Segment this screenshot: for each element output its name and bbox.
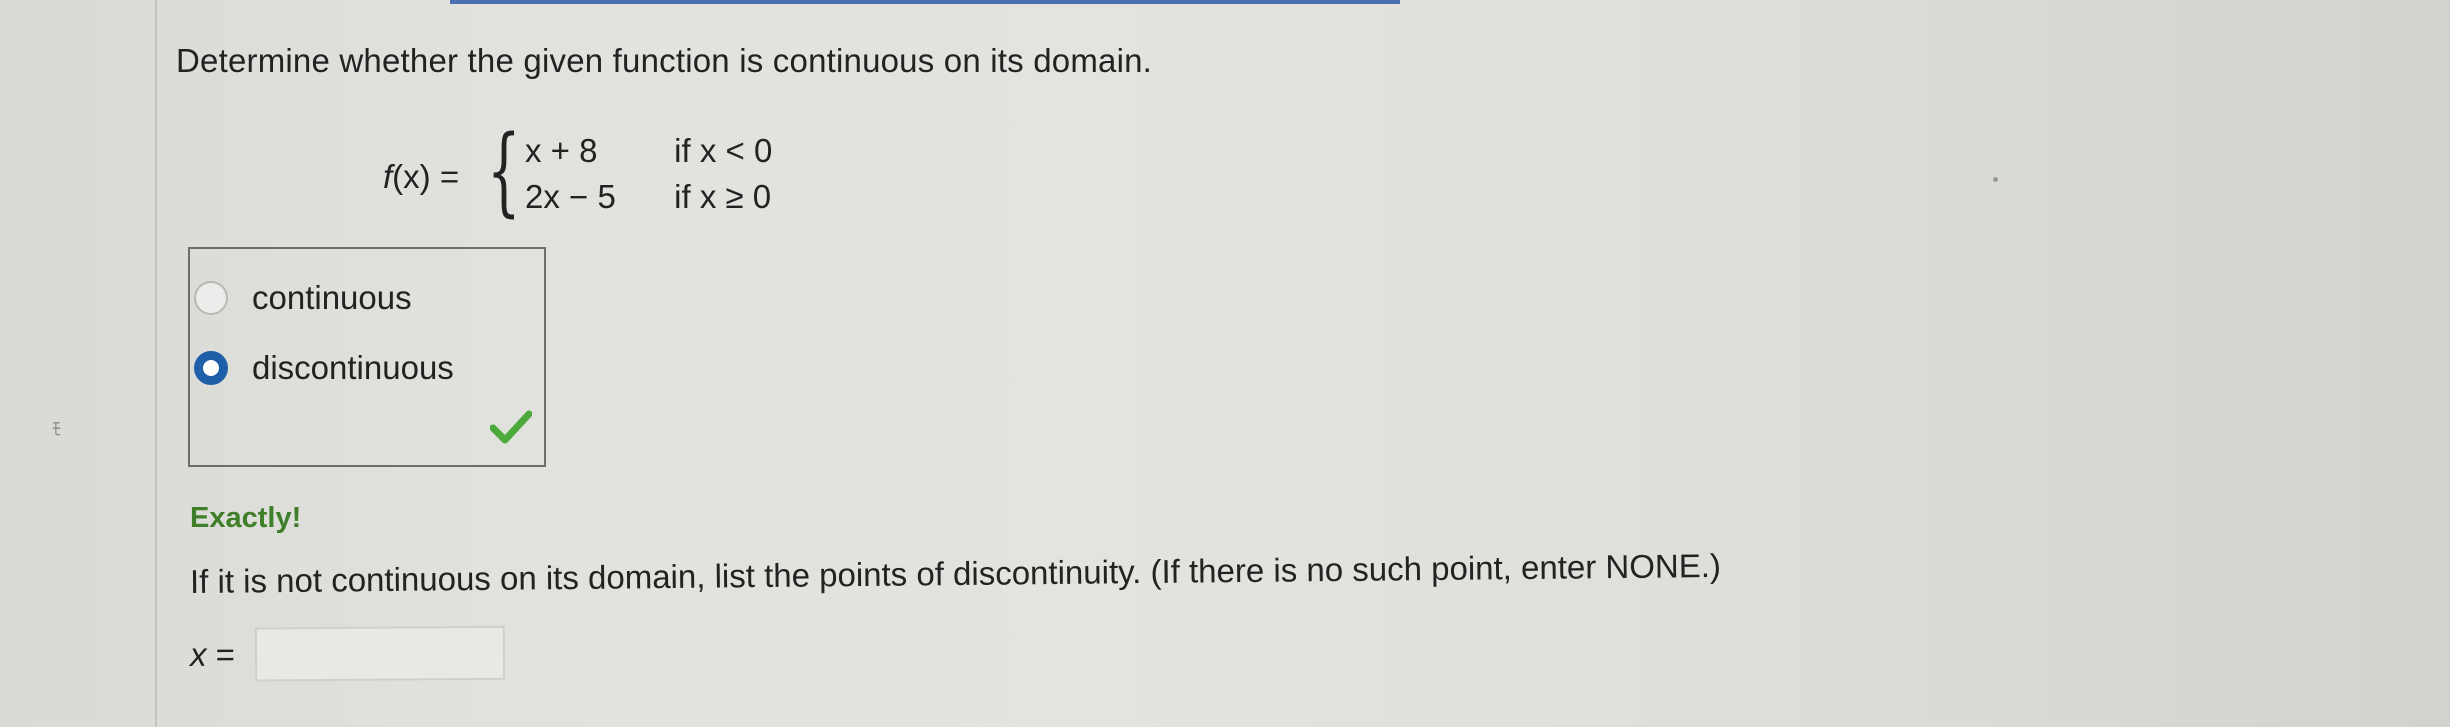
answer-choices: continuous discontinuous: [188, 247, 546, 467]
left-brace-icon: {: [487, 115, 521, 227]
followup-prompt: If it is not continuous on its domain, l…: [189, 546, 1722, 600]
check-icon: [490, 410, 532, 444]
option-label: continuous: [252, 279, 412, 316]
option-continuous[interactable]: continuous: [190, 279, 412, 317]
radio-selected-icon[interactable]: [194, 351, 228, 385]
stray-dot: [1993, 177, 1998, 182]
function-label: f(x) =: [383, 158, 459, 196]
equals-sign: =: [439, 158, 460, 195]
left-divider: [155, 0, 157, 727]
piecewise-function: f(x) = { x + 8 if x < 0 2x − 5 if x ≥ 0: [383, 115, 803, 227]
radio-unselected-icon[interactable]: [194, 281, 228, 315]
discontinuity-input[interactable]: [254, 625, 506, 682]
answer-row: x =: [189, 625, 506, 682]
function-case-2: 2x − 5 if x ≥ 0: [525, 178, 771, 216]
stray-mark: ﾓ: [52, 419, 61, 439]
case-condition: if x ≥ 0: [674, 178, 772, 215]
function-argument: (x): [392, 158, 431, 195]
function-name: f: [383, 158, 393, 195]
question-text: Determine whether the given function is …: [176, 42, 1153, 79]
option-discontinuous[interactable]: discontinuous: [190, 349, 454, 387]
case-expression: 2x − 5: [525, 178, 616, 215]
feedback-message: Exactly!: [190, 502, 302, 534]
top-accent-bar: [450, 0, 1400, 4]
case-condition: if x < 0: [674, 132, 773, 169]
case-expression: x + 8: [525, 132, 598, 169]
answer-label: x =: [189, 635, 236, 673]
function-case-1: x + 8 if x < 0: [525, 132, 772, 170]
option-label: discontinuous: [252, 349, 454, 386]
